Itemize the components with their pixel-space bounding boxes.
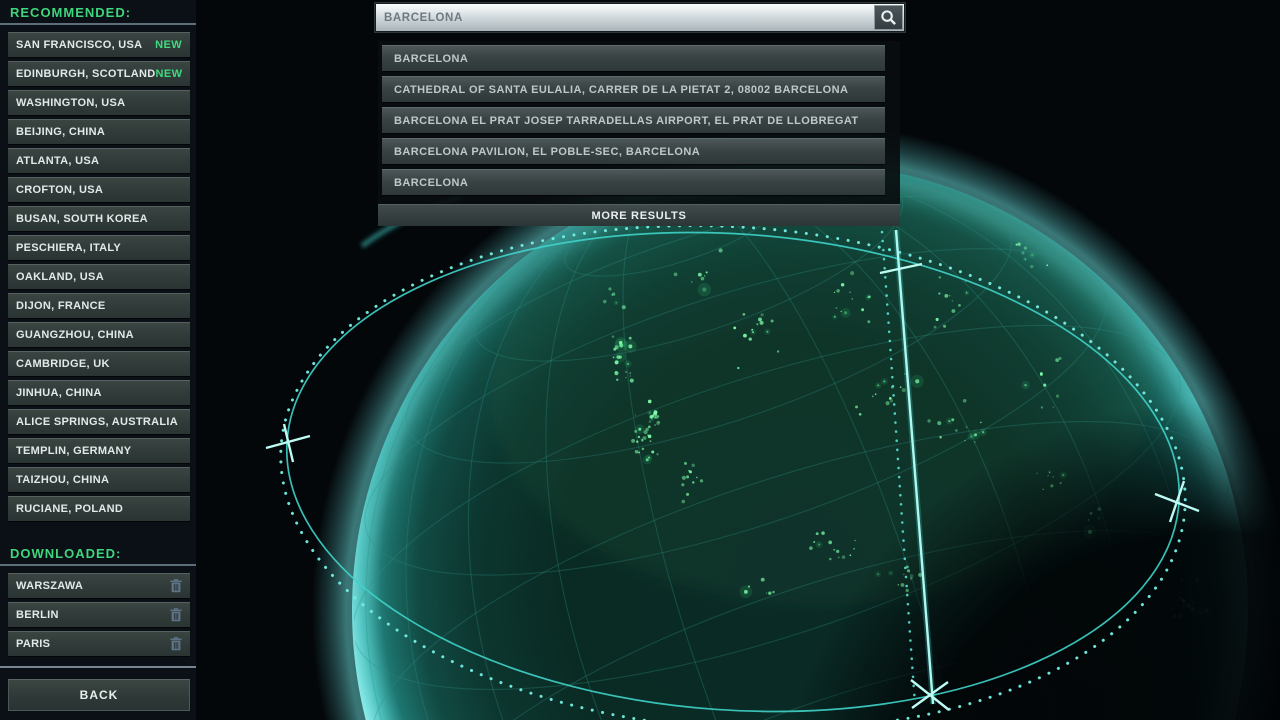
recommended-city-item[interactable]: GUANGZHOU, CHINA [8, 322, 190, 347]
search-area: BARCELONA CATHEDRAL OF SANTA EULALIA, CA… [375, 3, 905, 32]
recommended-header: RECOMMENDED: [0, 0, 196, 23]
search-result-item[interactable]: CATHEDRAL OF SANTA EULALIA, CARRER DE LA… [382, 76, 885, 102]
result-label: BARCELONA [394, 177, 468, 189]
city-label: JINHUA, CHINA [16, 387, 102, 399]
downloaded-city-item[interactable]: BERLIN [8, 602, 190, 627]
recommended-city-item[interactable]: SAN FRANCISCO, USA NEW [8, 32, 190, 57]
recommended-city-item[interactable]: DIJON, FRANCE [8, 293, 190, 318]
city-sidebar: RECOMMENDED: SAN FRANCISCO, USA NEW EDIN… [0, 0, 196, 720]
city-label: DIJON, FRANCE [16, 300, 105, 312]
city-label: BEIJING, CHINA [16, 126, 105, 138]
city-label: TEMPLIN, GERMANY [16, 445, 131, 457]
new-badge: NEW [155, 39, 182, 51]
city-label: RUCIANE, POLAND [16, 503, 123, 515]
city-label: EDINBURGH, SCOTLAND [16, 68, 156, 80]
search-bar [375, 3, 905, 32]
search-button[interactable] [874, 5, 903, 30]
search-result-item[interactable]: BARCELONA EL PRAT JOSEP TARRADELLAS AIRP… [382, 107, 885, 133]
city-label: ALICE SPRINGS, AUSTRALIA [16, 416, 178, 428]
downloaded-list: WARSZAWA BERLIN [0, 566, 196, 656]
result-label: CATHEDRAL OF SANTA EULALIA, CARRER DE LA… [394, 84, 848, 96]
city-label: GUANGZHOU, CHINA [16, 329, 134, 341]
back-section: BACK [0, 666, 196, 711]
search-result-item[interactable]: BARCELONA [382, 45, 885, 71]
city-label: WARSZAWA [16, 580, 83, 592]
city-label: ATLANTA, USA [16, 155, 99, 167]
search-results-list: BARCELONA CATHEDRAL OF SANTA EULALIA, CA… [378, 45, 900, 195]
result-label: BARCELONA EL PRAT JOSEP TARRADELLAS AIRP… [394, 115, 859, 127]
city-label: BERLIN [16, 609, 59, 621]
recommended-city-item[interactable]: BEIJING, CHINA [8, 119, 190, 144]
recommended-city-item[interactable]: RUCIANE, POLAND [8, 496, 190, 521]
city-label: CAMBRIDGE, UK [16, 358, 110, 370]
result-label: BARCELONA [394, 53, 468, 65]
map-selection-screen: RECOMMENDED: SAN FRANCISCO, USA NEW EDIN… [0, 0, 1280, 720]
recommended-city-item[interactable]: OAKLAND, USA [8, 264, 190, 289]
magnifier-icon [880, 9, 897, 26]
search-results-dropdown: BARCELONA CATHEDRAL OF SANTA EULALIA, CA… [378, 41, 900, 226]
city-label: WASHINGTON, USA [16, 97, 125, 109]
city-label: PESCHIERA, ITALY [16, 242, 121, 254]
trash-icon[interactable] [170, 579, 182, 593]
downloaded-city-item[interactable]: WARSZAWA [8, 573, 190, 598]
city-label: SAN FRANCISCO, USA [16, 39, 142, 51]
new-badge: NEW [156, 68, 183, 80]
recommended-city-item[interactable]: CAMBRIDGE, UK [8, 351, 190, 376]
recommended-city-item[interactable]: CROFTON, USA [8, 177, 190, 202]
trash-icon[interactable] [170, 637, 182, 651]
trash-icon[interactable] [170, 608, 182, 622]
recommended-city-item[interactable]: BUSAN, SOUTH KOREA [8, 206, 190, 231]
more-results-button[interactable]: MORE RESULTS [378, 204, 900, 226]
downloaded-section: DOWNLOADED: WARSZAWA [0, 541, 196, 660]
downloaded-header: DOWNLOADED: [0, 541, 196, 564]
search-result-item[interactable]: BARCELONA [382, 169, 885, 195]
city-label: CROFTON, USA [16, 184, 103, 196]
result-label: BARCELONA PAVILION, EL POBLE-SEC, BARCEL… [394, 146, 700, 158]
recommended-city-item[interactable]: PESCHIERA, ITALY [8, 235, 190, 260]
recommended-city-item[interactable]: WASHINGTON, USA [8, 90, 190, 115]
city-label: PARIS [16, 638, 50, 650]
recommended-city-item[interactable]: TEMPLIN, GERMANY [8, 438, 190, 463]
recommended-list: SAN FRANCISCO, USA NEW EDINBURGH, SCOTLA… [0, 25, 196, 521]
recommended-city-item[interactable]: TAIZHOU, CHINA [8, 467, 190, 492]
search-result-item[interactable]: BARCELONA PAVILION, EL POBLE-SEC, BARCEL… [382, 138, 885, 164]
recommended-city-item[interactable]: EDINBURGH, SCOTLAND NEW [8, 61, 190, 86]
search-input[interactable] [376, 4, 874, 31]
downloaded-city-item[interactable]: PARIS [8, 631, 190, 656]
recommended-city-item[interactable]: JINHUA, CHINA [8, 380, 190, 405]
city-label: TAIZHOU, CHINA [16, 474, 109, 486]
city-label: BUSAN, SOUTH KOREA [16, 213, 148, 225]
recommended-city-item[interactable]: ATLANTA, USA [8, 148, 190, 173]
city-label: OAKLAND, USA [16, 271, 104, 283]
divider [0, 666, 196, 668]
recommended-city-item[interactable]: ALICE SPRINGS, AUSTRALIA [8, 409, 190, 434]
back-button[interactable]: BACK [8, 679, 190, 711]
